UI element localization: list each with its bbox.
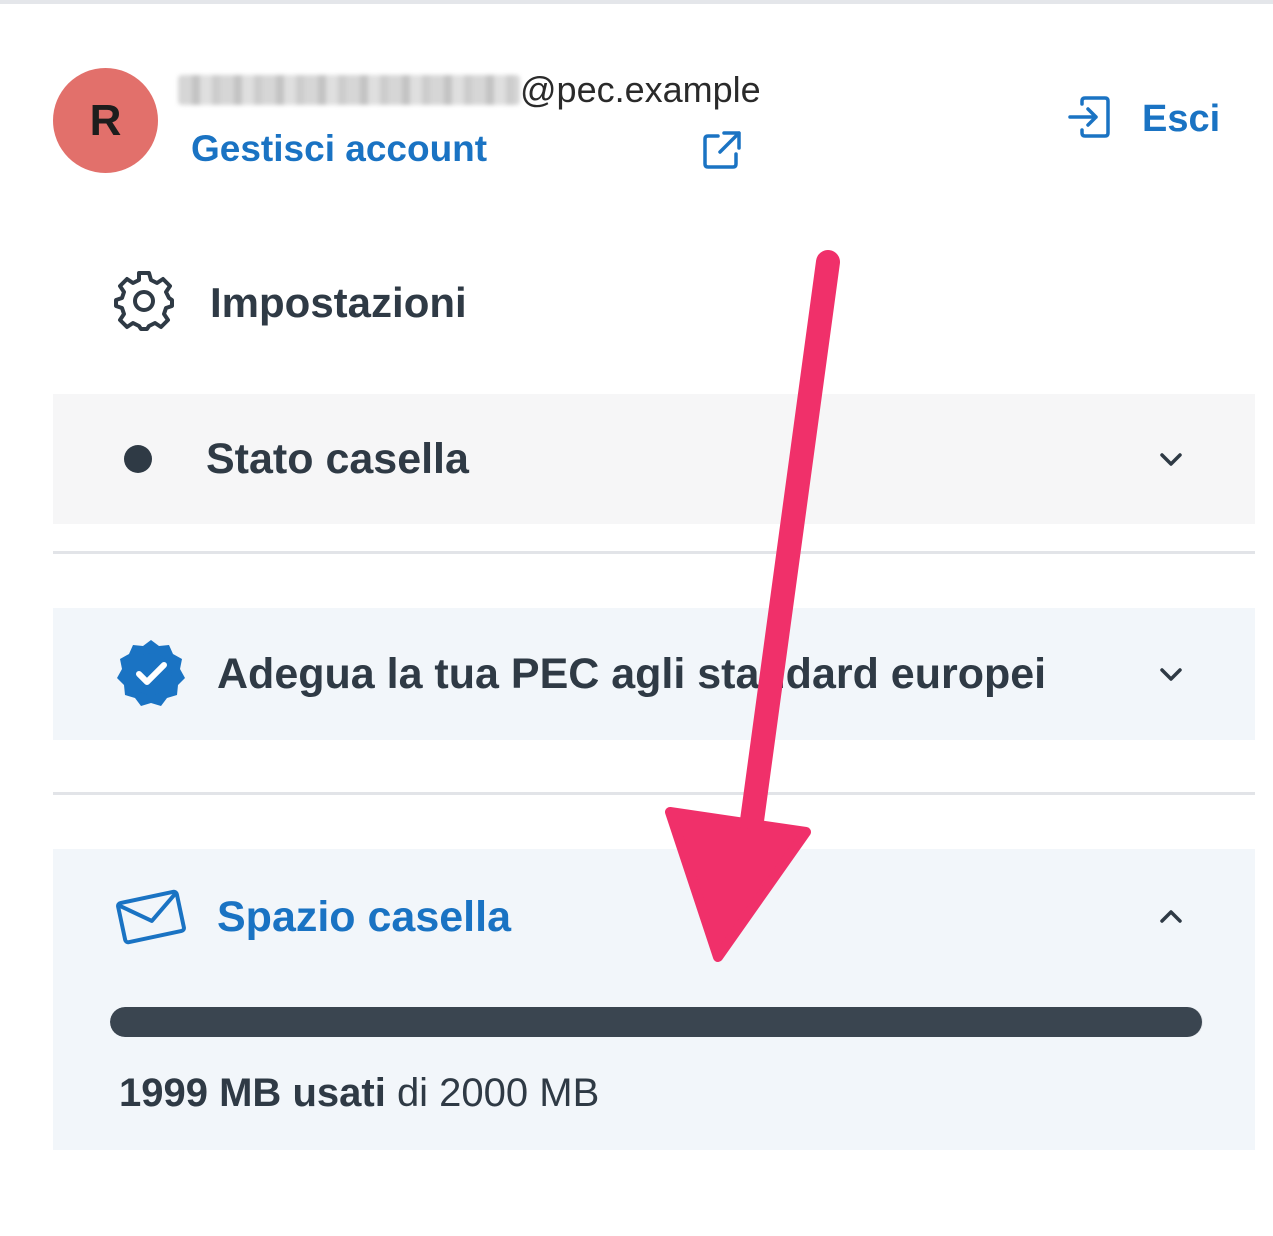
status-dot-icon xyxy=(124,445,152,473)
top-border xyxy=(0,0,1273,4)
storage-usage-text: 1999 MB usati di 2000 MB xyxy=(119,1071,599,1116)
section-adegua-pec[interactable]: Adegua la tua PEC agli standard europei xyxy=(53,608,1255,740)
settings-item[interactable]: Impostazioni xyxy=(110,268,467,338)
section-label: Stato casella xyxy=(206,434,469,483)
manage-account-link[interactable]: Gestisci account xyxy=(191,128,487,170)
storage-progress-fill xyxy=(110,1007,1203,1037)
divider xyxy=(53,792,1255,795)
total-text: di 2000 MB xyxy=(396,1071,600,1115)
section-label: Spazio casella xyxy=(217,892,511,941)
envelope-icon xyxy=(115,881,187,953)
external-link-icon[interactable] xyxy=(700,128,744,172)
verified-badge-icon xyxy=(113,636,189,712)
email-domain: @pec.example xyxy=(520,69,761,110)
logout-label: Esci xyxy=(1142,97,1221,140)
email-redacted xyxy=(178,75,520,105)
gear-icon xyxy=(110,267,178,340)
storage-progress-bar xyxy=(110,1007,1203,1037)
account-email: @pec.example xyxy=(178,68,761,112)
chevron-up-icon[interactable] xyxy=(1157,903,1185,931)
used-value: 1999 xyxy=(119,1071,208,1115)
chevron-down-icon[interactable] xyxy=(1157,660,1185,688)
logout-button[interactable]: Esci xyxy=(1066,94,1220,144)
avatar[interactable]: R xyxy=(53,68,158,173)
section-spazio-casella[interactable]: Spazio casella 1999 MB usati di 2000 MB xyxy=(53,849,1255,1150)
chevron-down-icon[interactable] xyxy=(1157,445,1185,473)
settings-label: Impostazioni xyxy=(210,279,467,326)
avatar-initial: R xyxy=(89,95,122,145)
used-unit: MB xyxy=(219,1071,282,1115)
divider xyxy=(53,551,1255,554)
section-label: Adegua la tua PEC agli standard europei xyxy=(217,649,1047,698)
used-word: usati xyxy=(292,1071,386,1115)
logout-icon xyxy=(1066,94,1112,145)
section-stato-casella[interactable]: Stato casella xyxy=(53,394,1255,524)
